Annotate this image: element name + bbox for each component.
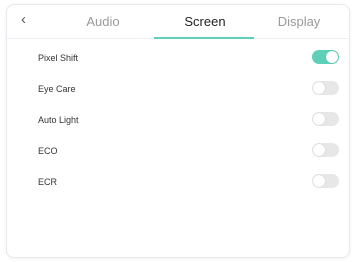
tab-bar: ‹ Audio Screen Display [7, 5, 349, 39]
toggle-knob [313, 144, 325, 156]
setting-label: Pixel Shift [38, 53, 79, 63]
tab-display[interactable]: Display [259, 14, 339, 30]
setting-label: ECO [38, 146, 58, 156]
tab-audio[interactable]: Audio [63, 14, 143, 30]
setting-label: Auto Light [38, 115, 79, 125]
ecr-toggle[interactable] [312, 174, 339, 188]
setting-row-eco: ECO [7, 136, 349, 167]
setting-label: ECR [38, 177, 58, 187]
tab-screen[interactable]: Screen [155, 14, 255, 30]
eco-toggle[interactable] [312, 143, 339, 157]
toggle-knob [313, 113, 325, 125]
setting-row-auto-light: Auto Light [7, 105, 349, 136]
setting-row-eye-care: Eye Care [7, 74, 349, 105]
pixel-shift-toggle[interactable] [312, 50, 339, 64]
setting-row-ecr: ECR [7, 167, 349, 198]
settings-panel: ‹ Audio Screen Display Pixel Shift Eye C… [6, 4, 350, 258]
settings-list: Pixel Shift Eye Care Auto Light ECO ECR [7, 43, 349, 198]
toggle-knob [326, 51, 338, 63]
setting-row-pixel-shift: Pixel Shift [7, 43, 349, 74]
toggle-knob [313, 82, 325, 94]
auto-light-toggle[interactable] [312, 112, 339, 126]
setting-label: Eye Care [38, 84, 76, 94]
settings-page: ‹ Audio Screen Display Pixel Shift Eye C… [0, 0, 358, 262]
toggle-knob [313, 175, 325, 187]
eye-care-toggle[interactable] [312, 81, 339, 95]
back-chevron-icon[interactable]: ‹ [21, 11, 26, 29]
active-tab-indicator [154, 37, 254, 39]
